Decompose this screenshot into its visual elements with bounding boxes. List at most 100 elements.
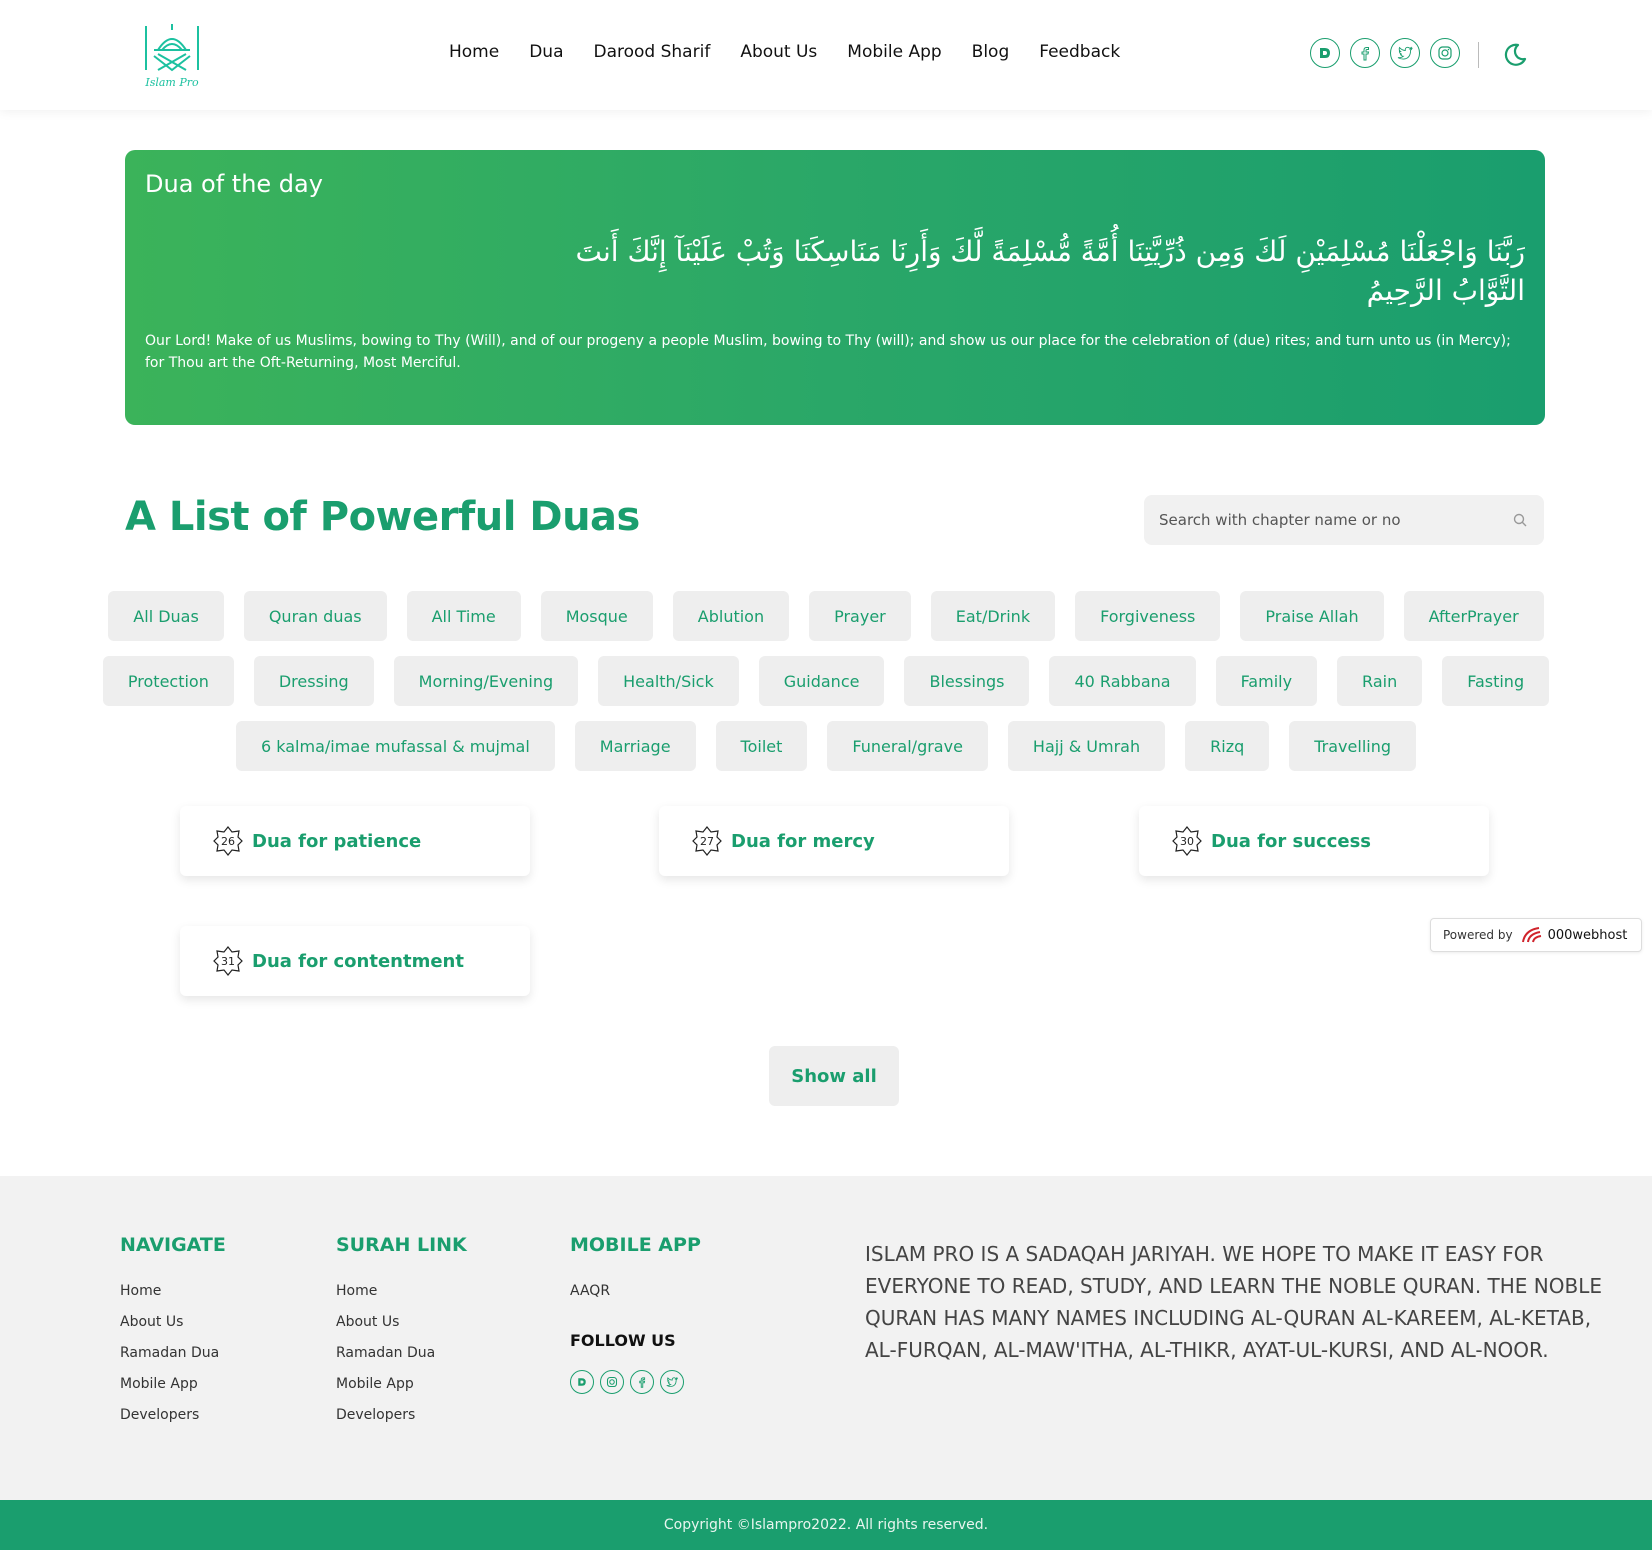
nav-about-us[interactable]: About Us bbox=[740, 42, 817, 62]
copyright-bar: Copyright ©Islampro2022. All rights rese… bbox=[0, 1500, 1652, 1550]
footer-socials bbox=[570, 1370, 701, 1394]
category-chip[interactable]: Hajj & Umrah bbox=[1007, 721, 1166, 771]
nav-feedback[interactable]: Feedback bbox=[1039, 42, 1120, 62]
dua-card-title: Dua for mercy bbox=[731, 830, 875, 852]
footer-link[interactable]: Home bbox=[336, 1276, 467, 1307]
footer-heading: NAVIGATE bbox=[120, 1234, 226, 1256]
footer-link[interactable]: AAQR bbox=[570, 1276, 701, 1307]
footer-link[interactable]: About Us bbox=[120, 1307, 226, 1338]
nav-home[interactable]: Home bbox=[449, 42, 499, 62]
category-chip[interactable]: All Time bbox=[406, 591, 521, 641]
dua-card-title: Dua for success bbox=[1211, 830, 1372, 852]
header-socials bbox=[1310, 38, 1460, 68]
category-chip[interactable]: Forgiveness bbox=[1075, 591, 1221, 641]
powered-by-name: 000webhost bbox=[1547, 927, 1628, 943]
dua-card[interactable]: 31 Dua for contentment bbox=[180, 926, 530, 996]
copyright-text: Copyright ©Islampro2022. All rights rese… bbox=[663, 1517, 989, 1533]
category-chip[interactable]: Ablution bbox=[672, 591, 790, 641]
dailymotion-icon[interactable] bbox=[570, 1370, 594, 1394]
dua-card[interactable]: 26 Dua for patience bbox=[180, 806, 530, 876]
category-row-2: Protection Dressing Morning/Evening Heal… bbox=[0, 656, 1652, 706]
facebook-icon[interactable] bbox=[630, 1370, 654, 1394]
category-chip[interactable]: Funeral/grave bbox=[827, 721, 988, 771]
category-chip[interactable]: Marriage bbox=[574, 721, 696, 771]
dua-of-the-day-card: Dua of the day رَبَّنَا وَاجْعَلْنَا مُس… bbox=[125, 150, 1545, 425]
webhost-logo-icon bbox=[1521, 927, 1541, 943]
nav-darood-sharif[interactable]: Darood Sharif bbox=[594, 42, 711, 62]
category-chip[interactable]: Eat/Drink bbox=[930, 591, 1056, 641]
logo-text: Islam Pro bbox=[145, 76, 199, 89]
dua-of-the-day-title: Dua of the day bbox=[145, 170, 323, 198]
dailymotion-icon[interactable] bbox=[1310, 38, 1340, 68]
page-title: A List of Powerful Duas bbox=[125, 494, 640, 540]
site-header: Islam Pro Home Dua Darood Sharif About U… bbox=[0, 0, 1652, 110]
dua-translation: Our Lord! Make of us Muslims, bowing to … bbox=[145, 333, 1511, 372]
quran-logo-icon bbox=[145, 24, 199, 72]
dua-number-badge: 27 bbox=[691, 825, 723, 857]
nav-blog[interactable]: Blog bbox=[972, 42, 1010, 62]
footer-link[interactable]: Developers bbox=[336, 1400, 467, 1431]
dua-card[interactable]: 27 Dua for mercy bbox=[659, 806, 1009, 876]
category-chip[interactable]: Health/Sick bbox=[598, 656, 739, 706]
facebook-icon[interactable] bbox=[1350, 38, 1380, 68]
footer-link[interactable]: Ramadan Dua bbox=[120, 1338, 226, 1369]
main-nav: Home Dua Darood Sharif About Us Mobile A… bbox=[449, 42, 1120, 62]
category-chip[interactable]: Toilet bbox=[715, 721, 808, 771]
category-chip[interactable]: Rizq bbox=[1185, 721, 1270, 771]
powered-by-label: Powered by bbox=[1443, 928, 1513, 942]
instagram-icon[interactable] bbox=[1430, 38, 1460, 68]
search-icon[interactable] bbox=[1512, 512, 1528, 528]
category-chip[interactable]: Guidance bbox=[758, 656, 885, 706]
footer-link[interactable]: Mobile App bbox=[336, 1369, 467, 1400]
footer-navigate: NAVIGATE Home About Us Ramadan Dua Mobil… bbox=[120, 1234, 226, 1431]
dua-arabic-text: رَبَّنَا وَاجْعَلْنَا مُسْلِمَيْنِ لَكَ … bbox=[575, 235, 1525, 308]
search-box bbox=[1144, 495, 1544, 545]
category-chip[interactable]: Praise Allah bbox=[1240, 591, 1384, 641]
instagram-icon[interactable] bbox=[600, 1370, 624, 1394]
dua-card[interactable]: 30 Dua for success bbox=[1139, 806, 1489, 876]
logo[interactable]: Islam Pro bbox=[140, 20, 204, 94]
dua-number-badge: 30 bbox=[1171, 825, 1203, 857]
category-chip[interactable]: AfterPrayer bbox=[1403, 591, 1544, 641]
nav-dua[interactable]: Dua bbox=[529, 42, 563, 62]
footer-link[interactable]: Mobile App bbox=[120, 1369, 226, 1400]
category-chip[interactable]: Family bbox=[1215, 656, 1318, 706]
show-all-button[interactable]: Show all bbox=[769, 1046, 899, 1106]
site-footer: NAVIGATE Home About Us Ramadan Dua Mobil… bbox=[0, 1176, 1652, 1500]
category-chip[interactable]: Rain bbox=[1337, 656, 1423, 706]
category-chip[interactable]: Quran duas bbox=[243, 591, 387, 641]
category-row-3: 6 kalma/imae mufassal & mujmal Marriage … bbox=[0, 721, 1652, 771]
category-chip[interactable]: All Duas bbox=[108, 591, 224, 641]
moon-icon[interactable] bbox=[1502, 42, 1528, 68]
twitter-icon[interactable] bbox=[660, 1370, 684, 1394]
category-chip[interactable]: Travelling bbox=[1289, 721, 1416, 771]
category-chip[interactable]: Protection bbox=[102, 656, 234, 706]
footer-heading: MOBILE APP bbox=[570, 1234, 701, 1256]
twitter-icon[interactable] bbox=[1390, 38, 1420, 68]
category-chip[interactable]: Dressing bbox=[253, 656, 374, 706]
dua-card-title: Dua for patience bbox=[252, 830, 422, 852]
footer-about-text: Islam Pro is a Sadaqah Jariyah. We hope … bbox=[865, 1242, 1602, 1362]
header-divider bbox=[1478, 42, 1479, 68]
powered-by-badge[interactable]: Powered by 000webhost bbox=[1430, 918, 1642, 952]
category-chip[interactable]: 6 kalma/imae mufassal & mujmal bbox=[236, 721, 555, 771]
footer-heading: SURAH LINK bbox=[336, 1234, 467, 1256]
dua-card-title: Dua for contentment bbox=[252, 950, 464, 972]
category-chip[interactable]: Fasting bbox=[1442, 656, 1550, 706]
follow-us-heading: FOLLOW US bbox=[570, 1331, 676, 1350]
dua-number-badge: 31 bbox=[212, 945, 244, 977]
footer-link[interactable]: Home bbox=[120, 1276, 226, 1307]
category-chip[interactable]: Morning/Evening bbox=[393, 656, 579, 706]
search-input[interactable] bbox=[1144, 495, 1504, 545]
footer-link[interactable]: Ramadan Dua bbox=[336, 1338, 467, 1369]
footer-surah-link: SURAH LINK Home About Us Ramadan Dua Mob… bbox=[336, 1234, 467, 1431]
category-row-1: All Duas Quran duas All Time Mosque Ablu… bbox=[0, 591, 1652, 641]
category-chip[interactable]: Blessings bbox=[904, 656, 1030, 706]
category-chip[interactable]: Prayer bbox=[809, 591, 911, 641]
category-chip[interactable]: 40 Rabbana bbox=[1049, 656, 1196, 706]
category-chip[interactable]: Mosque bbox=[540, 591, 653, 641]
footer-mobile-app: MOBILE APP AAQR FOLLOW US bbox=[570, 1234, 701, 1394]
nav-mobile-app[interactable]: Mobile App bbox=[847, 42, 941, 62]
footer-link[interactable]: About Us bbox=[336, 1307, 467, 1338]
footer-link[interactable]: Developers bbox=[120, 1400, 226, 1431]
